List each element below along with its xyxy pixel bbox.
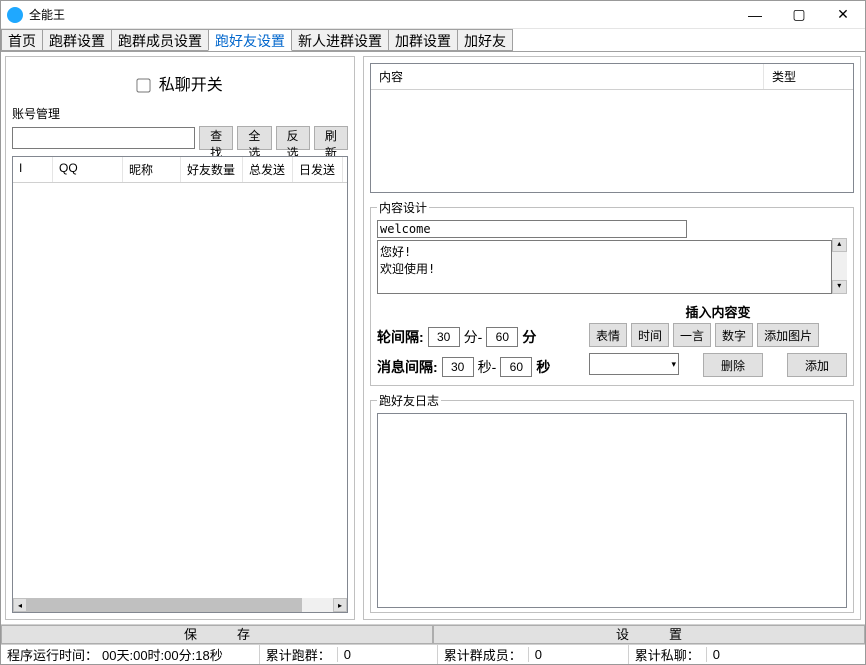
private-chat-switch-row: 私聊开关: [12, 63, 348, 101]
window-title: 全能王: [29, 6, 65, 23]
tab-run-friend-settings[interactable]: 跑好友设置: [208, 29, 292, 51]
col-content[interactable]: 内容: [371, 64, 763, 89]
content-body-vscroll[interactable]: ▴ ▾: [832, 238, 847, 294]
col-qq[interactable]: QQ: [53, 157, 123, 182]
tab-bar: 首页 跑群设置 跑群成员设置 跑好友设置 新人进群设置 加群设置 加好友: [1, 29, 865, 51]
scroll-right-icon[interactable]: ▸: [333, 598, 347, 612]
round-interval-sep: 分-: [464, 327, 483, 347]
tab-add-group-settings[interactable]: 加群设置: [388, 29, 458, 51]
content-settings-fieldset: 内容设计 ▴ ▾ 轮间隔: 分- 分: [370, 199, 854, 386]
refresh-button[interactable]: 刷新: [314, 126, 348, 150]
variable-combo[interactable]: ▾: [589, 353, 679, 375]
private-chat-value: 0: [706, 647, 746, 662]
tab-add-friend[interactable]: 加好友: [457, 29, 513, 51]
col-friend-count[interactable]: 好友数量: [181, 157, 243, 182]
scroll-thumb[interactable]: [27, 598, 302, 612]
col-total-sent[interactable]: 总发送: [243, 157, 293, 182]
client-area: 私聊开关 账号管理 查找 全选 反选 刷新 I QQ 昵称 好友数量 总发送 日…: [1, 51, 865, 624]
log-legend: 跑好友日志: [377, 392, 441, 409]
msg-interval-sep: 秒-: [478, 357, 497, 377]
account-search-input[interactable]: [12, 127, 195, 149]
insert-number-button[interactable]: 数字: [715, 323, 753, 347]
insert-time-button[interactable]: 时间: [631, 323, 669, 347]
private-chat-label: 累计私聊：: [635, 645, 700, 664]
account-grid[interactable]: I QQ 昵称 好友数量 总发送 日发送 ◂ ▸: [12, 156, 348, 613]
round-interval-from[interactable]: [428, 327, 460, 347]
account-manage-label: 账号管理: [12, 105, 348, 122]
private-chat-switch[interactable]: 私聊开关: [137, 77, 222, 94]
settings-button[interactable]: 设置: [433, 625, 865, 644]
msg-interval-to[interactable]: [500, 357, 532, 377]
group-members-label: 累计群成员：: [444, 645, 522, 664]
col-daily-sent[interactable]: 日发送: [293, 157, 343, 182]
private-chat-switch-label: 私聊开关: [159, 77, 223, 94]
chevron-down-icon: ▾: [671, 359, 676, 370]
add-button[interactable]: 添加: [787, 353, 847, 377]
col-nickname[interactable]: 昵称: [123, 157, 181, 182]
bottom-button-row: 保存 设置: [1, 624, 865, 644]
account-grid-hscroll[interactable]: ◂ ▸: [13, 598, 347, 612]
content-body-textarea[interactable]: [377, 240, 832, 294]
msg-interval-from[interactable]: [442, 357, 474, 377]
col-type[interactable]: 类型: [763, 64, 853, 89]
status-bar: 程序运行时间： 00天:00时:00分:18秒 累计跑群： 0 累计群成员： 0…: [1, 644, 865, 664]
minimize-button[interactable]: —: [733, 1, 777, 29]
insert-face-button[interactable]: 表情: [589, 323, 627, 347]
run-group-label: 累计跑群：: [266, 645, 331, 664]
round-interval-label: 轮间隔:: [377, 327, 424, 347]
app-icon: [7, 7, 23, 23]
titlebar: 全能王 — ▢ ✕: [1, 1, 865, 29]
round-interval-to[interactable]: [486, 327, 518, 347]
msg-interval-unit: 秒: [536, 357, 550, 377]
content-settings-legend: 内容设计: [377, 199, 429, 216]
tab-new-member-settings[interactable]: 新人进群设置: [291, 29, 389, 51]
tab-run-group-member-settings[interactable]: 跑群成员设置: [111, 29, 209, 51]
save-button[interactable]: 保存: [1, 625, 433, 644]
round-interval-unit: 分: [522, 327, 536, 347]
content-grid[interactable]: 内容 类型: [370, 63, 854, 193]
account-grid-body[interactable]: [13, 183, 347, 598]
scroll-up-icon[interactable]: ▴: [832, 238, 847, 252]
add-image-button[interactable]: 添加图片: [757, 323, 819, 347]
msg-interval-label: 消息间隔:: [377, 357, 438, 377]
tab-run-group-settings[interactable]: 跑群设置: [42, 29, 112, 51]
content-title-input[interactable]: [377, 220, 687, 238]
log-fieldset: 跑好友日志: [370, 392, 854, 613]
run-group-value: 0: [337, 647, 377, 662]
select-all-button[interactable]: 全选: [237, 126, 271, 150]
close-button[interactable]: ✕: [821, 1, 865, 29]
runtime-value: 00天:00时:00分:18秒: [102, 645, 223, 664]
delete-button[interactable]: 删除: [703, 353, 763, 377]
left-panel: 私聊开关 账号管理 查找 全选 反选 刷新 I QQ 昵称 好友数量 总发送 日…: [5, 56, 355, 620]
maximize-button[interactable]: ▢: [777, 1, 821, 29]
account-grid-header: I QQ 昵称 好友数量 总发送 日发送: [13, 157, 347, 183]
group-members-value: 0: [528, 647, 568, 662]
runtime-label: 程序运行时间：: [7, 645, 98, 664]
right-panel: 内容 类型 内容设计 ▴ ▾ 轮间隔:: [363, 56, 861, 620]
col-index[interactable]: I: [13, 157, 53, 182]
search-button[interactable]: 查找: [199, 126, 233, 150]
insert-quote-button[interactable]: 一言: [673, 323, 711, 347]
scroll-left-icon[interactable]: ◂: [13, 598, 27, 612]
insert-var-header: 插入内容变: [589, 302, 847, 321]
private-chat-checkbox[interactable]: [137, 79, 151, 93]
content-grid-body[interactable]: [371, 90, 853, 192]
invert-select-button[interactable]: 反选: [276, 126, 310, 150]
tab-home[interactable]: 首页: [1, 29, 43, 51]
scroll-down-icon[interactable]: ▾: [832, 280, 847, 294]
log-textarea[interactable]: [377, 413, 847, 608]
